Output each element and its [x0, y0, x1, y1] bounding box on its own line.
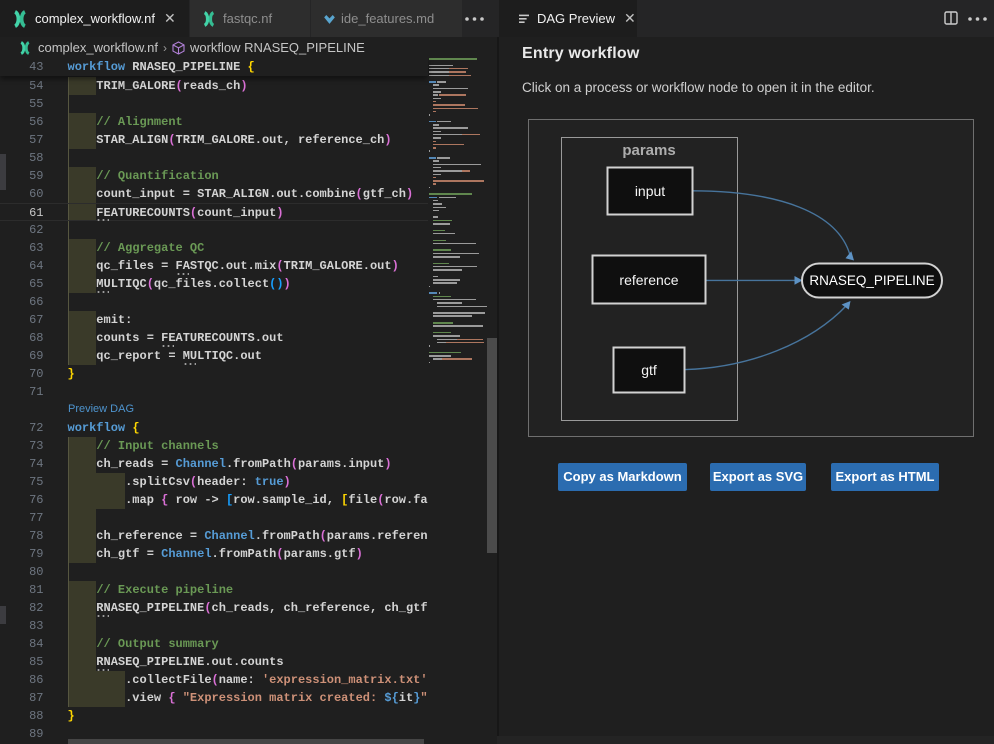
- svg-text:RNASEQ_PIPELINE: RNASEQ_PIPELINE: [809, 273, 934, 288]
- svg-text:input: input: [635, 183, 665, 199]
- svg-text:gtf: gtf: [641, 362, 657, 378]
- svg-text:params: params: [622, 142, 675, 159]
- svg-text:reference: reference: [619, 272, 678, 288]
